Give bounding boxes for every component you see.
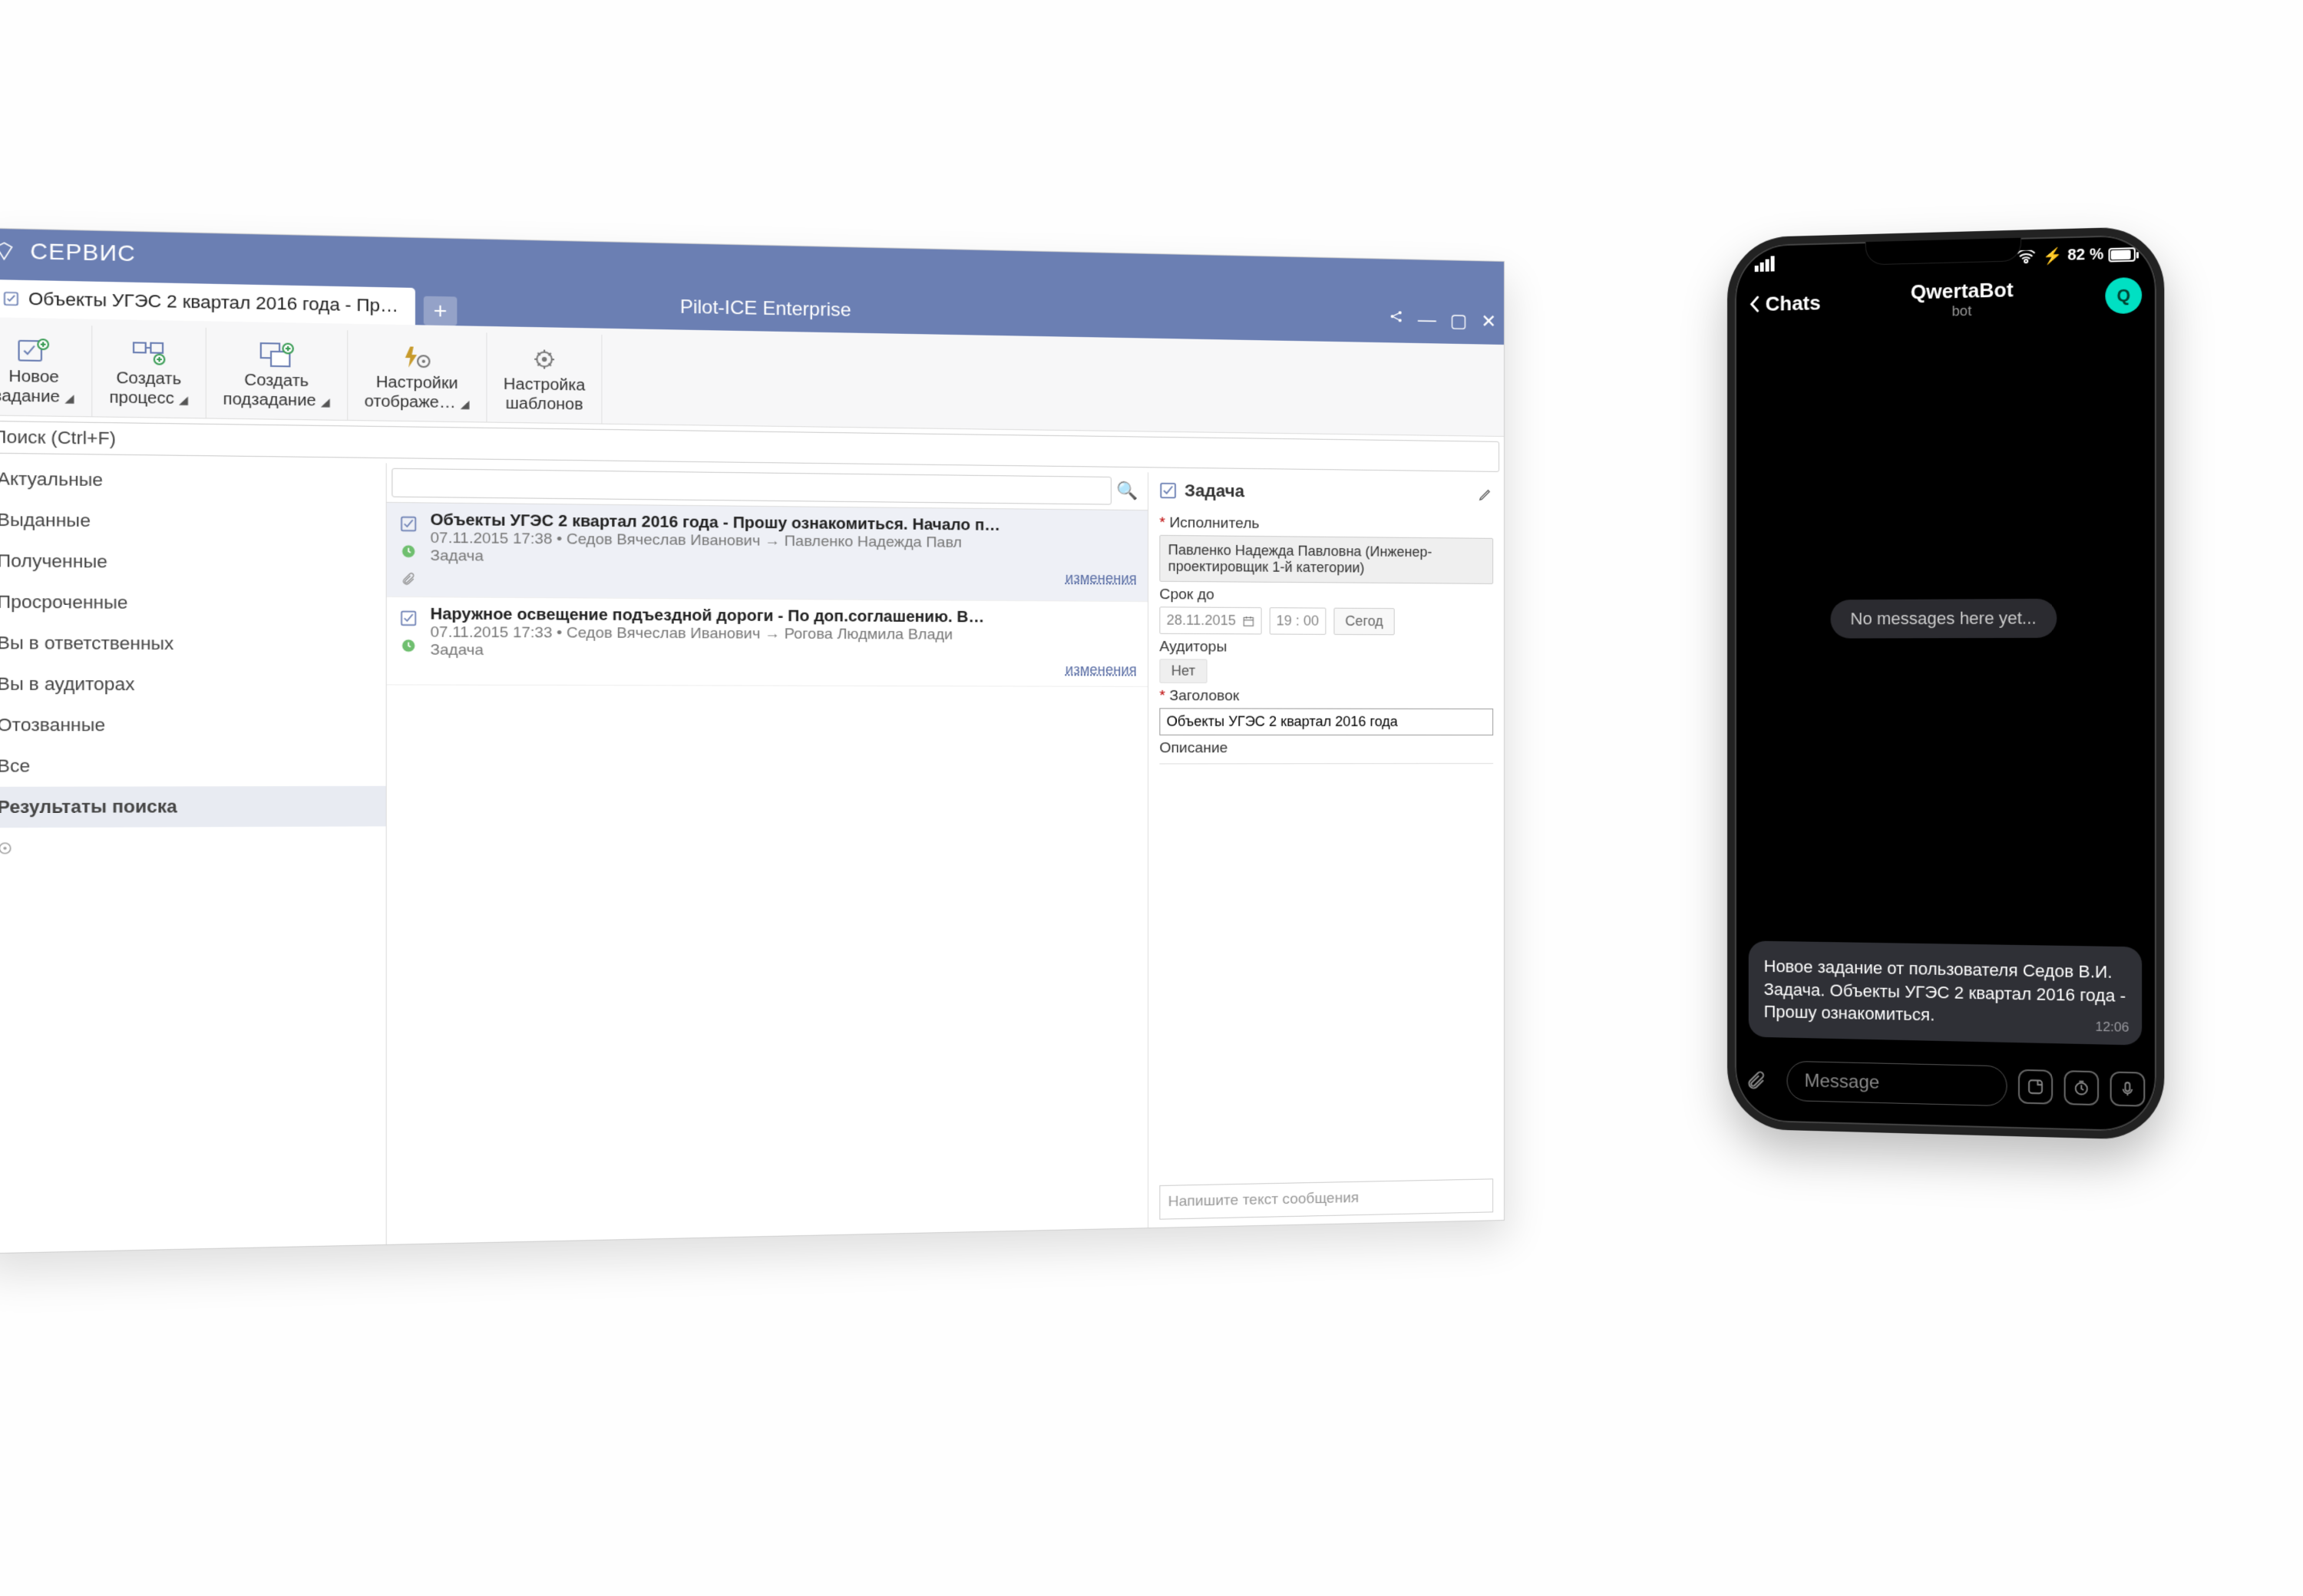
- nav-issued[interactable]: Выданные: [0, 499, 386, 544]
- deadline-date-value: 28.11.2015: [1167, 612, 1236, 629]
- new-task-label-2: задание: [0, 387, 60, 406]
- task-clock-icon: [398, 541, 418, 560]
- templates-label-1: Настройка: [504, 375, 585, 395]
- share-icon[interactable]: [1389, 309, 1404, 332]
- app-logo-icon: [0, 240, 16, 263]
- message-time: 12:06: [2095, 1019, 2129, 1037]
- auditors-label: Аудиторы: [1159, 639, 1493, 657]
- display-settings-label-2: отображе…: [365, 392, 456, 411]
- task-meta: 07.11.2015 17:33 • Седов Вячеслав Иванов…: [431, 624, 1137, 645]
- message-input[interactable]: Напишите текст сообщения: [1159, 1178, 1493, 1219]
- sticker-icon[interactable]: [2018, 1069, 2053, 1105]
- nav-responsible[interactable]: Вы в ответственных: [0, 623, 386, 665]
- chat-avatar[interactable]: Q: [2105, 277, 2142, 314]
- task-type: Задача: [431, 642, 1137, 662]
- battery-percent: 82 %: [2067, 246, 2103, 265]
- message-input[interactable]: Message: [1787, 1061, 2007, 1106]
- task-changes-link[interactable]: изменения: [431, 659, 1137, 679]
- back-button[interactable]: Chats: [1749, 291, 1821, 316]
- wifi-icon: [2016, 249, 2035, 264]
- create-process-label-2: процесс: [109, 388, 173, 408]
- today-button[interactable]: Сегод: [1333, 608, 1395, 636]
- create-subtask-label-2: подзадание: [223, 390, 316, 409]
- new-task-button[interactable]: Новоезадание ◢: [0, 323, 92, 416]
- nav-search-results[interactable]: Результаты поиска: [0, 786, 386, 828]
- message-text: Новое задание от пользователя Седов В.И.…: [1764, 957, 2126, 1025]
- task-row[interactable]: Объекты УГЭС 2 квартал 2016 года - Прошу…: [387, 503, 1148, 602]
- close-button[interactable]: ✕: [1481, 310, 1496, 332]
- battery-icon: [2109, 247, 2136, 262]
- display-settings-label-1: Настройки: [376, 373, 458, 392]
- description-label: Описание: [1159, 740, 1493, 757]
- search-icon[interactable]: 🔍: [1112, 481, 1143, 501]
- title-field-label: Заголовок: [1159, 688, 1493, 705]
- attach-icon[interactable]: [1746, 1069, 1776, 1092]
- display-settings-button[interactable]: Настройкиотображе… ◢: [348, 330, 487, 421]
- auditors-value[interactable]: Нет: [1159, 659, 1207, 683]
- executor-value[interactable]: Павленко Надежда Павловна (Инженер-проек…: [1159, 535, 1493, 584]
- task-icon: [1159, 482, 1176, 500]
- nav-overdue[interactable]: Просроченные: [0, 581, 386, 624]
- gear-icon: [0, 839, 15, 857]
- checkbox-icon: [2, 290, 20, 307]
- chat-body: No messages here yet...: [1735, 326, 2156, 909]
- create-subtask-label-1: Создать: [244, 371, 309, 390]
- chat-input-bar: Message: [1746, 1060, 2146, 1110]
- create-process-button[interactable]: Создатьпроцесс ◢: [92, 325, 206, 418]
- create-process-label-1: Создать: [116, 369, 181, 388]
- minimize-button[interactable]: —: [1418, 309, 1436, 332]
- templates-label-2: шаблонов: [506, 395, 583, 413]
- back-label: Chats: [1766, 291, 1821, 316]
- desktop-window: СЕРВИС Объекты УГЭС 2 квартал 2016 года …: [0, 227, 1505, 1254]
- calendar-icon: [1242, 615, 1254, 627]
- new-task-icon: [15, 334, 53, 368]
- task-check-icon: [398, 514, 418, 534]
- task-details-panel: Задача Исполнитель Павленко Надежда Павл…: [1148, 472, 1504, 1228]
- deadline-label: Срок до: [1159, 587, 1493, 606]
- incoming-message-bubble[interactable]: Новое задание от пользователя Седов В.И.…: [1749, 940, 2142, 1045]
- empty-state-pill: No messages here yet...: [1830, 599, 2057, 639]
- new-task-label-1: Новое: [8, 367, 59, 386]
- attachment-icon: [398, 569, 418, 588]
- task-check-icon: [398, 609, 418, 628]
- task-row[interactable]: Наружное освещение подъездной дороги - П…: [387, 597, 1148, 687]
- deadline-time-input[interactable]: 19 : 00: [1269, 607, 1326, 635]
- gear-icon: [526, 342, 562, 375]
- task-list-search[interactable]: [392, 468, 1112, 505]
- nav-settings-gear[interactable]: [0, 826, 386, 868]
- task-clock-icon: [398, 636, 418, 655]
- phone-mockup: ⚡ 82 % Chats QwertaBot bot Q No messages…: [1727, 226, 2164, 1141]
- lightning-gear-icon: [398, 340, 435, 373]
- app-title: Pilot-ICE Enterprise: [680, 296, 851, 322]
- battery-charging-icon: ⚡: [2043, 246, 2063, 266]
- nav-recalled[interactable]: Отозванные: [0, 705, 386, 745]
- nav-auditor[interactable]: Вы в аудиторах: [0, 663, 386, 705]
- edit-icon[interactable]: [1478, 487, 1493, 502]
- menu-service[interactable]: СЕРВИС: [30, 239, 136, 267]
- chevron-left-icon: [1749, 295, 1761, 313]
- deadline-date-input[interactable]: 28.11.2015: [1159, 606, 1261, 634]
- create-subtask-icon: [258, 338, 296, 371]
- document-tab-label: Объекты УГЭС 2 квартал 2016 года - Пр…: [28, 289, 398, 317]
- phone-notch: [1865, 238, 2021, 266]
- create-process-icon: [130, 335, 167, 368]
- mic-icon[interactable]: [2110, 1072, 2146, 1107]
- search-placeholder: Поиск (Ctrl+F): [0, 426, 116, 449]
- new-tab-button[interactable]: +: [424, 296, 458, 326]
- nav-all[interactable]: Все: [0, 745, 386, 787]
- task-filter-sidebar: Актуальные Выданные Полученные Просрочен…: [0, 458, 387, 1254]
- timer-icon[interactable]: [2064, 1070, 2099, 1105]
- nav-actual[interactable]: Актуальные: [0, 458, 386, 504]
- maximize-button[interactable]: ▢: [1450, 310, 1468, 332]
- signal-icon: [1755, 256, 1775, 272]
- details-header: Задача: [1185, 481, 1244, 501]
- create-subtask-button[interactable]: Создатьподзадание ◢: [206, 328, 347, 420]
- chat-header: Chats QwertaBot bot Q: [1735, 263, 2156, 335]
- title-input[interactable]: Объекты УГЭС 2 квартал 2016 года: [1159, 708, 1493, 735]
- task-list-panel: 🔍 Объекты УГЭС 2 квартал 2016 года - Про…: [387, 463, 1148, 1244]
- templates-settings-button[interactable]: Настройкашаблонов: [487, 332, 603, 423]
- document-tab[interactable]: Объекты УГЭС 2 квартал 2016 года - Пр…: [0, 279, 415, 325]
- nav-received[interactable]: Полученные: [0, 540, 386, 584]
- executor-label: Исполнитель: [1159, 514, 1493, 534]
